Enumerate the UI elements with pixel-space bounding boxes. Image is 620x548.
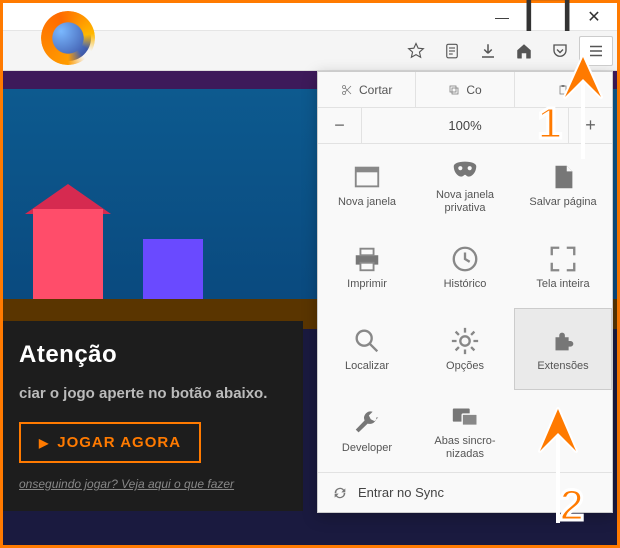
history-icon [450,244,480,274]
reader-icon[interactable] [435,36,469,66]
synced-tabs-icon [450,401,480,431]
scissors-icon [341,84,353,96]
annotation-arrow-1 [557,49,609,159]
extensions-button[interactable]: Extensões [514,308,612,390]
maximize-button[interactable] [525,3,571,31]
fullscreen-icon [548,244,578,274]
mask-icon [450,155,480,185]
sync-icon [332,485,348,501]
gear-icon [450,326,480,356]
bookmark-star-icon[interactable] [399,36,433,66]
attention-subtitle: ciar o jogo aperte no botão abaixo. [19,383,287,404]
history-button[interactable]: Histórico [416,226,514,308]
synced-tabs-button[interactable]: Abas sincro-nizadas [416,390,514,472]
options-button[interactable]: Opções [416,308,514,390]
print-button[interactable]: Imprimir [318,226,416,308]
annotation-number-1: 1 [538,99,562,149]
annotation-number-2: 2 [560,481,584,531]
game-overlay: Atenção ciar o jogo aperte no botão abai… [3,321,303,511]
close-button[interactable]: ✕ [571,3,617,31]
play-button[interactable]: JOGAR AGORA [19,422,201,463]
attention-heading: Atenção [19,341,287,369]
home-icon[interactable] [507,36,541,66]
download-icon[interactable] [471,36,505,66]
new-window-button[interactable]: Nova janela [318,144,416,226]
document-icon [548,162,578,192]
wrench-icon [352,408,382,438]
copy-button[interactable]: Co [416,72,514,107]
help-link[interactable]: onseguindo jogar? Veja aqui o que fazer [19,477,287,491]
puzzle-icon [548,326,578,356]
copy-icon [448,84,460,96]
minimize-button[interactable]: — [479,3,525,31]
printer-icon [352,244,382,274]
search-icon [352,326,382,356]
fullscreen-button[interactable]: Tela inteira [514,226,612,308]
developer-button[interactable]: Developer [318,390,416,472]
window-icon [352,162,382,192]
cut-button[interactable]: Cortar [318,72,416,107]
find-button[interactable]: Localizar [318,308,416,390]
private-window-button[interactable]: Nova janela privativa [416,144,514,226]
zoom-out-button[interactable]: − [318,108,362,143]
firefox-logo-icon [39,9,97,67]
